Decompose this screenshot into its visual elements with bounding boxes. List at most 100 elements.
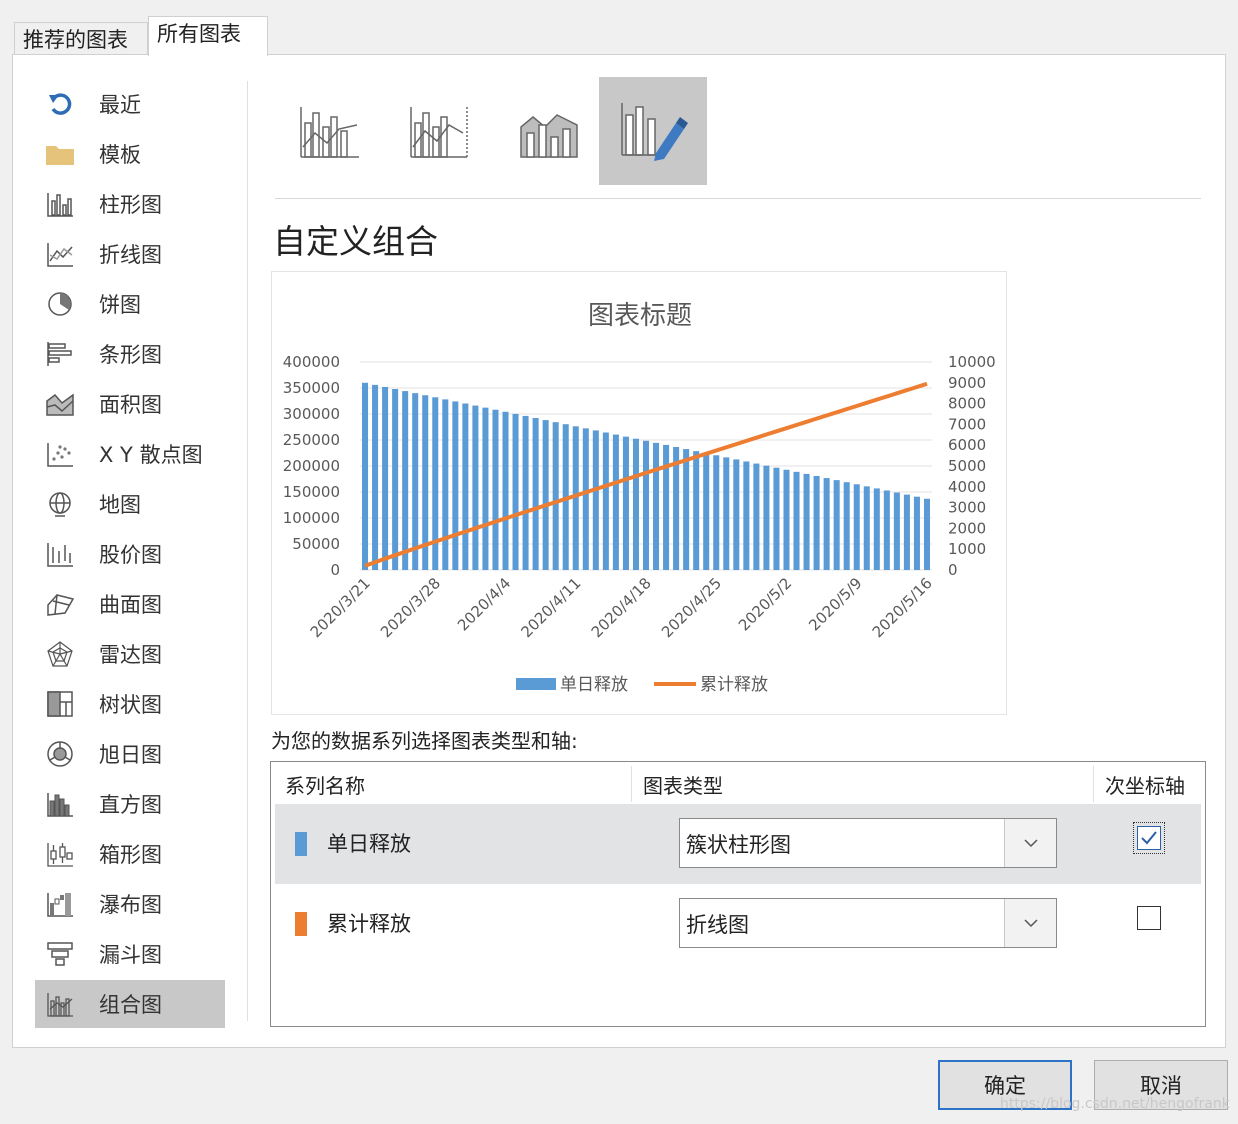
bar (482, 407, 489, 570)
sidebar-item-scatter-chart[interactable]: X Y 散点图 (35, 430, 225, 478)
sidebar-item-sunburst-chart[interactable]: 旭日图 (35, 730, 225, 778)
series-name: 累计释放 (327, 912, 411, 936)
sidebar-item-combo-chart[interactable]: 组合图 (35, 980, 225, 1028)
sidebar-item-line-chart[interactable]: 折线图 (35, 230, 225, 278)
bar (883, 490, 890, 570)
x-tick-label: 2020/4/25 (658, 574, 725, 641)
sidebar-item-surface-chart[interactable]: 曲面图 (35, 580, 225, 628)
sidebar-item-boxwhisker-chart[interactable]: 箱形图 (35, 830, 225, 878)
column-header-chart-type: 图表类型 (643, 774, 723, 798)
bar (382, 386, 389, 570)
bar (522, 415, 529, 570)
divider (247, 81, 248, 1021)
sidebar-item-label: 旭日图 (99, 743, 162, 767)
sidebar-item-funnel-chart[interactable]: 漏斗图 (35, 930, 225, 978)
sidebar-item-column-chart[interactable]: 柱形图 (35, 180, 225, 228)
bar (893, 492, 900, 570)
bar (773, 467, 780, 570)
secondary-axis-checkbox[interactable] (1133, 822, 1165, 854)
table-row[interactable]: 累计释放 折线图 (275, 884, 1201, 964)
sidebar-item-label: 箱形图 (99, 843, 162, 867)
bar (512, 413, 519, 570)
bar (552, 422, 559, 570)
clustered-column-line-secondary-icon[interactable] (385, 77, 493, 185)
sidebar-item-label: 柱形图 (99, 193, 162, 217)
y-left-tick-label: 100000 (283, 509, 340, 527)
waterfall-chart-icon (45, 889, 75, 919)
secondary-axis-checkbox[interactable] (1137, 906, 1161, 930)
y-left-tick-label: 150000 (283, 483, 340, 501)
y-left-tick-label: 400000 (283, 353, 340, 371)
y-right-tick-label: 2000 (948, 519, 986, 537)
chart-type-dropdown[interactable]: 折线图 (679, 898, 1057, 948)
stacked-area-column-icon[interactable] (495, 77, 603, 185)
tab-recommended-charts[interactable]: 推荐的图表 (14, 22, 148, 58)
sidebar-item-label: 曲面图 (99, 593, 162, 617)
bar (542, 420, 549, 570)
y-right-tick-label: 5000 (948, 457, 986, 475)
bar (683, 449, 690, 570)
table-row[interactable]: 单日释放 簇状柱形图 (275, 804, 1201, 884)
bar (632, 438, 639, 570)
bar (713, 455, 720, 570)
sidebar-item-label: 饼图 (99, 293, 141, 317)
legend-label: 累计释放 (700, 675, 768, 695)
bar (642, 440, 650, 570)
bar (622, 436, 629, 570)
y-left-tick-label: 300000 (283, 405, 340, 423)
bar (582, 428, 589, 570)
column-header-secondary-axis: 次坐标轴 (1105, 774, 1185, 798)
sidebar-item-label: 树状图 (99, 693, 162, 717)
scatter-chart-icon (45, 439, 75, 469)
sidebar-item-radar-chart[interactable]: 雷达图 (35, 630, 225, 678)
sidebar-item-waterfall-chart[interactable]: 瀑布图 (35, 880, 225, 928)
chart-type-dropdown[interactable]: 簇状柱形图 (679, 818, 1057, 868)
sidebar-item-label: 地图 (99, 493, 141, 517)
y-left-tick-label: 350000 (283, 379, 340, 397)
chevron-down-icon[interactable] (1004, 899, 1056, 947)
sidebar-item-stock-chart[interactable]: 股价图 (35, 530, 225, 578)
sidebar-item-area-chart[interactable]: 面积图 (35, 380, 225, 428)
column-divider (631, 766, 632, 802)
area-chart-icon (45, 389, 75, 419)
sidebar-item-bar-chart[interactable]: 条形图 (35, 330, 225, 378)
surface-chart-icon (45, 589, 75, 619)
series-prompt: 为您的数据系列选择图表类型和轴: (271, 729, 578, 753)
bar (612, 434, 619, 570)
series-name: 单日释放 (327, 832, 411, 856)
pie-chart-icon (45, 289, 75, 319)
sidebar-item-map-chart[interactable]: 地图 (35, 480, 225, 528)
column-divider (1093, 766, 1094, 802)
bar (532, 418, 539, 570)
series-color-swatch (295, 832, 307, 856)
y-right-tick-label: 3000 (948, 499, 986, 517)
sidebar-item-treemap-chart[interactable]: 树状图 (35, 680, 225, 728)
sidebar-item-label: 面积图 (99, 393, 162, 417)
treemap-chart-icon (45, 689, 75, 719)
sidebar-item-label: 瀑布图 (99, 893, 162, 917)
clustered-column-line-icon[interactable] (275, 77, 383, 185)
tab-all-charts[interactable]: 所有图表 (148, 16, 268, 56)
chart-type-value: 簇状柱形图 (686, 833, 791, 857)
sidebar-item-histogram-chart[interactable]: 直方图 (35, 780, 225, 828)
y-left-tick-label: 250000 (283, 431, 340, 449)
sidebar-item-label: 折线图 (99, 243, 162, 267)
y-right-tick-label: 10000 (948, 353, 996, 371)
bar (803, 473, 810, 570)
bar (462, 403, 469, 570)
sidebar-item-folder[interactable]: 模板 (35, 130, 225, 178)
sidebar-item-pie-chart[interactable]: 饼图 (35, 280, 225, 328)
legend-label: 单日释放 (560, 675, 628, 695)
y-right-tick-label: 7000 (948, 415, 986, 433)
sidebar-item-undo[interactable]: 最近 (35, 80, 225, 128)
series-color-swatch (295, 912, 307, 936)
subtype-title: 自定义组合 (273, 222, 438, 261)
bar (502, 411, 509, 570)
sidebar-item-label: 股价图 (99, 543, 162, 567)
bar (402, 391, 409, 570)
column-chart-icon (45, 189, 75, 219)
chevron-down-icon[interactable] (1004, 819, 1056, 867)
y-left-tick-label: 0 (330, 561, 340, 579)
custom-combination-icon[interactable] (599, 77, 707, 185)
y-right-tick-label: 4000 (948, 478, 986, 496)
